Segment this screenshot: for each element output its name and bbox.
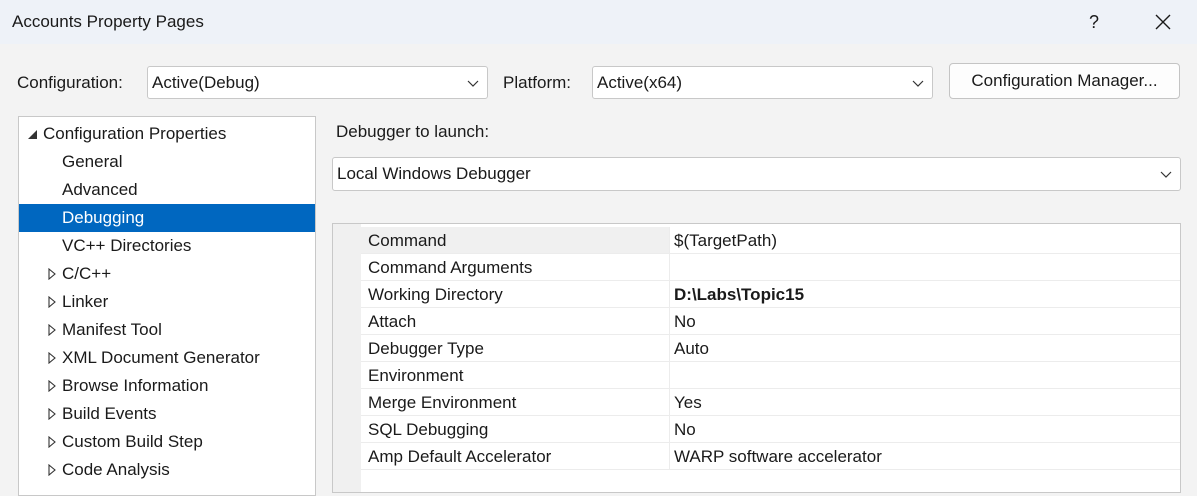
property-name-cell[interactable]: Working Directory — [361, 281, 670, 307]
property-tree: Configuration Properties General Advance… — [18, 116, 316, 496]
property-value[interactable]: No — [674, 312, 696, 332]
tree-item-linker[interactable]: Linker — [19, 288, 315, 316]
property-name-cell[interactable]: SQL Debugging — [361, 416, 670, 442]
property-row-working-directory[interactable]: Working Directory D:\Labs\Topic15 — [361, 281, 1180, 308]
property-name: Command Arguments — [368, 258, 533, 277]
property-name: SQL Debugging — [368, 420, 489, 439]
configuration-value: Active(Debug) — [152, 73, 260, 92]
tree-item-label: Advanced — [62, 180, 138, 199]
tree-item-code-analysis[interactable]: Code Analysis — [19, 456, 315, 484]
tree-item-label: Build Events — [62, 404, 157, 423]
tree-item-label: Code Analysis — [62, 460, 170, 479]
property-name: Debugger Type — [368, 339, 484, 358]
property-row-command[interactable]: Command $(TargetPath) — [361, 227, 1180, 254]
property-name: Amp Default Accelerator — [368, 447, 552, 466]
tree-item-manifest-tool[interactable]: Manifest Tool — [19, 316, 315, 344]
tree-item-debugging[interactable]: Debugging — [19, 204, 315, 232]
configuration-manager-button[interactable]: Configuration Manager... — [949, 63, 1180, 99]
close-button[interactable] — [1146, 6, 1180, 38]
property-name-cell[interactable]: Attach — [361, 308, 670, 334]
chevron-down-icon — [467, 80, 479, 87]
debugger-to-launch-label: Debugger to launch: — [336, 122, 490, 141]
tree-item-general[interactable]: General — [19, 148, 315, 176]
property-row-amp-default-accelerator[interactable]: Amp Default Accelerator WARP software ac… — [361, 443, 1180, 470]
grid-gutter — [333, 224, 361, 492]
tree-item-label: XML Document Generator — [62, 348, 260, 367]
property-name-cell[interactable]: Command Arguments — [361, 254, 670, 280]
property-row-sql-debugging[interactable]: SQL Debugging No — [361, 416, 1180, 443]
window-title: Accounts Property Pages — [12, 12, 204, 31]
collapsed-arrow-icon[interactable] — [46, 352, 58, 364]
chevron-down-icon — [1160, 171, 1172, 178]
tree-item-label: General — [62, 152, 123, 171]
tree-item-label: VC++ Directories — [62, 236, 192, 255]
collapsed-arrow-icon[interactable] — [46, 296, 58, 308]
collapsed-arrow-icon[interactable] — [46, 408, 58, 420]
property-grid: Command $(TargetPath) Command Arguments … — [332, 223, 1181, 493]
tree-item-build-events[interactable]: Build Events — [19, 400, 315, 428]
tree-item-xml-document-generator[interactable]: XML Document Generator — [19, 344, 315, 372]
property-name: Attach — [368, 312, 417, 331]
configuration-dropdown[interactable]: Active(Debug) — [147, 66, 488, 99]
tree-item-label: Debugging — [62, 208, 145, 227]
tree-item-vcpp-directories[interactable]: VC++ Directories — [19, 232, 315, 260]
close-icon — [1155, 14, 1171, 30]
tree-item-label: Configuration Properties — [43, 124, 227, 143]
property-row-debugger-type[interactable]: Debugger Type Auto — [361, 335, 1180, 362]
debugger-dropdown[interactable]: Local Windows Debugger — [332, 157, 1181, 191]
tree-item-c-cpp[interactable]: C/C++ — [19, 260, 315, 288]
tree-item-advanced[interactable]: Advanced — [19, 176, 315, 204]
collapsed-arrow-icon[interactable] — [46, 324, 58, 336]
property-value[interactable]: WARP software accelerator — [674, 447, 882, 467]
property-name: Environment — [368, 366, 464, 385]
tree-item-label: C/C++ — [62, 264, 112, 283]
property-value[interactable]: Auto — [674, 339, 709, 359]
collapsed-arrow-icon[interactable] — [46, 268, 58, 280]
tree-item-browse-information[interactable]: Browse Information — [19, 372, 315, 400]
property-name: Merge Environment — [368, 393, 517, 412]
property-name: Command — [368, 231, 447, 250]
property-value[interactable]: Yes — [674, 393, 702, 413]
tree-item-label: Linker — [62, 292, 109, 311]
property-row-merge-environment[interactable]: Merge Environment Yes — [361, 389, 1180, 416]
platform-dropdown[interactable]: Active(x64) — [592, 66, 933, 99]
help-button[interactable]: ? — [1078, 6, 1110, 38]
tree-item-label: Manifest Tool — [62, 320, 162, 339]
expanded-arrow-icon[interactable] — [26, 128, 38, 140]
property-value[interactable]: D:\Labs\Topic15 — [674, 285, 804, 305]
platform-label: Platform: — [503, 73, 572, 92]
collapsed-arrow-icon[interactable] — [46, 464, 58, 476]
property-row-command-arguments[interactable]: Command Arguments — [361, 254, 1180, 281]
property-name-cell[interactable]: Environment — [361, 362, 670, 388]
property-name-cell[interactable]: Amp Default Accelerator — [361, 443, 670, 469]
property-value[interactable]: $(TargetPath) — [674, 231, 777, 251]
property-value[interactable]: No — [674, 420, 696, 440]
tree-item-configuration-properties[interactable]: Configuration Properties — [19, 120, 315, 148]
configuration-label: Configuration: — [17, 73, 123, 92]
collapsed-arrow-icon[interactable] — [46, 380, 58, 392]
property-name-cell[interactable]: Debugger Type — [361, 335, 670, 361]
property-row-attach[interactable]: Attach No — [361, 308, 1180, 335]
collapsed-arrow-icon[interactable] — [46, 436, 58, 448]
property-row-environment[interactable]: Environment — [361, 362, 1180, 389]
tree-item-label: Browse Information — [62, 376, 209, 395]
chevron-down-icon — [912, 80, 924, 87]
property-name-cell[interactable]: Merge Environment — [361, 389, 670, 415]
tree-item-label: Custom Build Step — [62, 432, 203, 451]
debugger-value: Local Windows Debugger — [337, 164, 531, 183]
platform-value: Active(x64) — [597, 73, 683, 92]
property-name: Working Directory — [368, 285, 503, 304]
property-name-cell[interactable]: Command — [361, 227, 670, 253]
tree-item-custom-build-step[interactable]: Custom Build Step — [19, 428, 315, 456]
